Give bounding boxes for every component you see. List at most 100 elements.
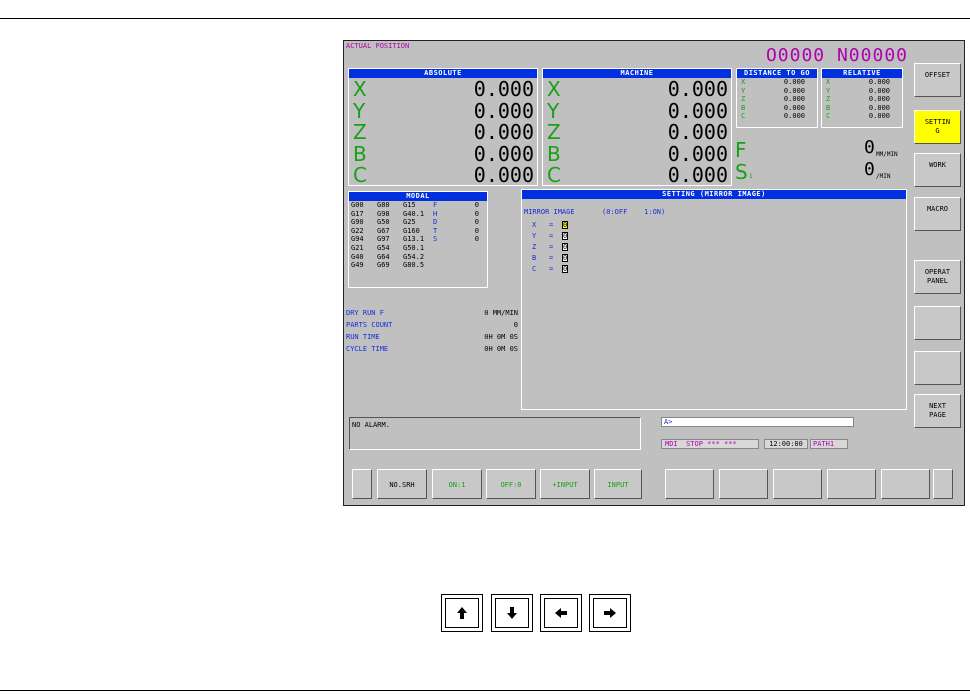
softkey-work-button[interactable]: WORK xyxy=(914,153,961,187)
setting-value-field[interactable]: 0 xyxy=(562,232,568,240)
modal-cell: G94 xyxy=(351,235,364,244)
machine-axis-row: X 0.000 xyxy=(543,78,731,100)
modal-cell: G15 xyxy=(403,201,416,209)
relative-axis-name: X xyxy=(826,78,831,86)
spindle-sub: 1 xyxy=(749,173,753,180)
setting-axis-name: X xyxy=(532,221,537,229)
softkey-blank-button[interactable] xyxy=(719,469,768,499)
program-number: O0000 N00000 xyxy=(765,45,908,66)
absolute-axis-value: 0.000 xyxy=(473,141,534,166)
distance-axis-row: B 0.000 xyxy=(737,104,817,113)
softkey-blank-button[interactable] xyxy=(665,469,714,499)
distance-axis-name: B xyxy=(741,103,746,112)
setting-value-field[interactable]: 0 xyxy=(562,265,568,273)
distance-axis-name: X xyxy=(741,78,746,86)
cnc-screen: ACTUAL POSITION O0000 N00000 ABSOLUTE X0… xyxy=(343,40,965,506)
setting-equals: = xyxy=(549,232,554,240)
softkey-blank-button[interactable] xyxy=(914,306,961,340)
softkey-blank-button[interactable] xyxy=(773,469,822,499)
modal-panel: MODAL G00 G80 G15 F 0 G17 G98 G40.1 H 0 G90 G50 G25 D… xyxy=(348,191,488,288)
machine-axis-name: Y xyxy=(547,98,560,123)
distance-axis-name: Z xyxy=(741,95,746,104)
modal-row: G90 G50 G25 D 0 xyxy=(349,218,487,227)
distance-to-go-panel: DISTANCE TO GO X 0.000 Y 0.000 Z 0.000 B 0.000 C… xyxy=(736,68,818,128)
cursor-left-key[interactable] xyxy=(540,594,582,632)
modal-row: G40 G64 G54.2 xyxy=(349,253,487,262)
status-value: 0H 0M 0S xyxy=(484,333,518,341)
relative-axis-name: C xyxy=(826,112,831,121)
relative-axis-value: 0.000 xyxy=(868,95,890,104)
distance-axis-value: 0.000 xyxy=(783,86,805,95)
machine-axis-value: 0.000 xyxy=(667,98,728,123)
softkey-setting-button[interactable]: SETTIN G xyxy=(914,110,961,144)
top-rule xyxy=(0,18,970,19)
cursor-right-key[interactable] xyxy=(589,594,631,632)
machine-axis-value: 0.000 xyxy=(667,77,728,101)
setting-equals: = xyxy=(549,243,554,251)
absolute-axis-row: Z 0.000 xyxy=(349,121,537,143)
machine-axis-value: 0.000 xyxy=(667,120,728,144)
softkey-nextpage-button[interactable]: NEXT PAGE xyxy=(914,394,961,428)
absolute-axis-row: B 0.000 xyxy=(349,143,537,165)
absolute-panel: ABSOLUTE X 0.000 Y 0.000 Z 0.000 B 0.000 C 0.000 xyxy=(348,68,538,186)
modal-row: G17 G98 G40.1 H 0 xyxy=(349,210,487,219)
setting-value-field[interactable]: 0 xyxy=(562,221,568,229)
cursor-up-key[interactable] xyxy=(441,594,483,632)
modal-cell: G54.2 xyxy=(403,252,425,261)
setting-value-field[interactable]: 0 xyxy=(562,243,568,251)
modal-cell: 0 xyxy=(474,201,479,209)
relative-header: RELATIVE xyxy=(822,69,902,78)
relative-axis-value: 0.000 xyxy=(868,112,890,121)
path-indicator: PATH1 xyxy=(810,439,848,449)
absolute-axis-value: 0.000 xyxy=(473,98,534,123)
arrow-left-icon xyxy=(555,608,567,618)
distance-axis-value: 0.000 xyxy=(783,112,805,121)
status-label: RUN TIME xyxy=(346,333,380,341)
bottom-return-key[interactable] xyxy=(352,469,372,499)
absolute-axis-value: 0.000 xyxy=(473,120,534,144)
softkey-operatpanel-button[interactable]: OPERAT PANEL xyxy=(914,260,961,294)
softkey-input-button[interactable]: INPUT xyxy=(594,469,642,499)
absolute-axis-row: C 0.000 xyxy=(349,164,537,186)
setting-equals: = xyxy=(549,265,554,273)
softkey-macro-button[interactable]: MACRO xyxy=(914,197,961,231)
absolute-axis-name: B xyxy=(353,141,367,166)
input-line[interactable]: A> xyxy=(661,417,854,427)
status-row: PARTS COUNT 0 xyxy=(346,321,518,333)
modal-cell: G90 xyxy=(351,218,364,227)
setting-row: C = 0 xyxy=(532,265,632,276)
softkey-blank-button[interactable] xyxy=(914,351,961,385)
mirror-image-label: MIRROR IMAGE xyxy=(524,208,575,216)
softkey-input-button[interactable]: +INPUT xyxy=(540,469,590,499)
machine-axis-name: B xyxy=(547,141,561,166)
modal-cell: 0 xyxy=(474,218,479,227)
status-value: 0 xyxy=(513,321,518,329)
softkey-offset-button[interactable]: OFFSET xyxy=(914,63,961,97)
status-row: RUN TIME 0H 0M 0S xyxy=(346,333,518,345)
modal-cell: S xyxy=(433,235,438,244)
distance-axis-name: C xyxy=(741,112,746,121)
machine-axis-row: B 0.000 xyxy=(543,143,731,165)
absolute-axis-row: Y 0.000 xyxy=(349,100,537,122)
softkey-nosrh-button[interactable]: NO.SRH xyxy=(377,469,427,499)
setting-axis-name: Z xyxy=(532,243,537,251)
arrow-down-icon xyxy=(507,607,517,619)
modal-row: G49 G69 G80.5 xyxy=(349,261,487,270)
setting-value-field[interactable]: 0 xyxy=(562,254,568,262)
softkey-blank-button[interactable] xyxy=(881,469,930,499)
modal-cell: 0 xyxy=(474,235,479,244)
setting-row: B = 0 xyxy=(532,254,632,265)
softkey-offset-button-label: OFFSET xyxy=(924,71,951,79)
modal-cell: G00 xyxy=(351,201,364,209)
distance-axis-row: Z 0.000 xyxy=(737,95,817,104)
status-value: 0H 0M 0S xyxy=(484,345,518,353)
softkey-off0-button[interactable]: OFF:0 xyxy=(486,469,536,499)
softkey-blank-button[interactable] xyxy=(827,469,876,499)
softkey-on1-button[interactable]: ON:1 xyxy=(432,469,482,499)
distance-axis-value: 0.000 xyxy=(783,78,805,86)
cursor-down-key[interactable] xyxy=(491,594,533,632)
relative-axis-name: Y xyxy=(826,86,831,95)
bottom-next-key[interactable] xyxy=(933,469,953,499)
relative-axis-value: 0.000 xyxy=(868,103,890,112)
alarm-box: NO ALARM. xyxy=(349,417,641,450)
